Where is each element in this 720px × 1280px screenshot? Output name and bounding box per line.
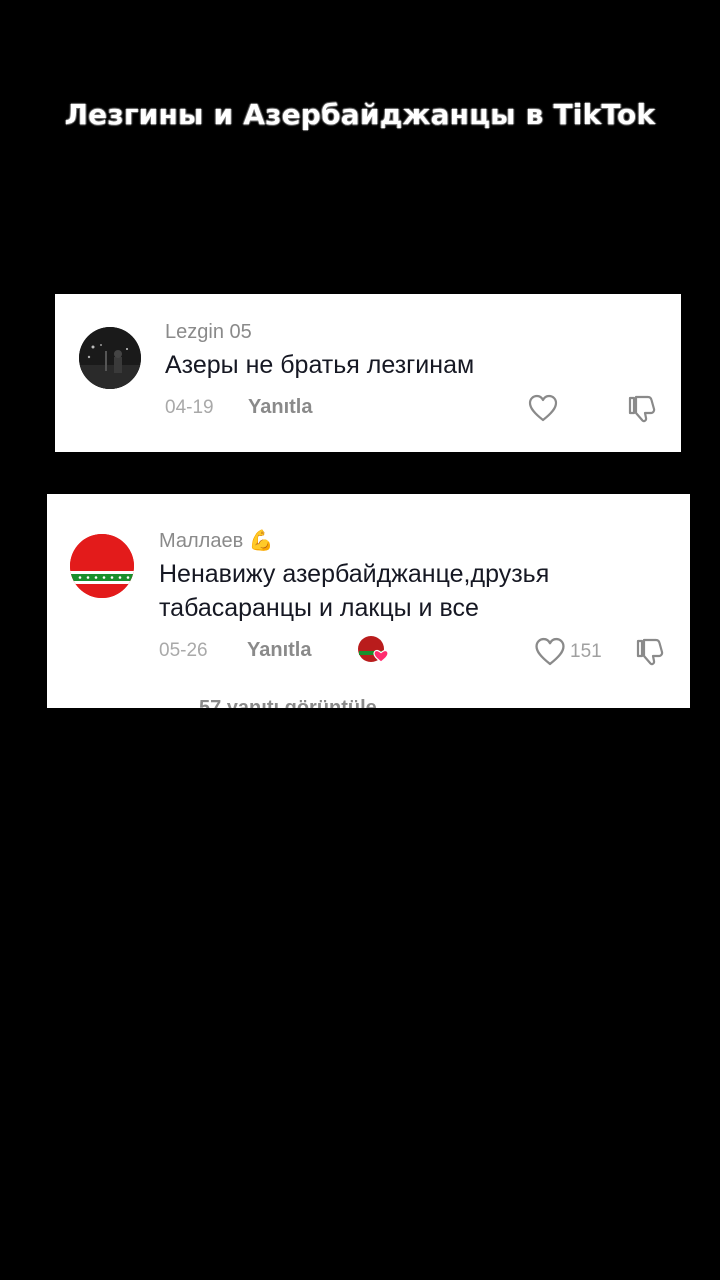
muscle-emoji-icon: 💪 (248, 530, 274, 552)
comment-text: Азеры не братья лезгинам (165, 351, 475, 379)
like-count: 151 (570, 641, 602, 662)
heart-icon[interactable] (534, 637, 566, 666)
comment-username[interactable]: Lezgin 05 (165, 321, 252, 344)
video-title: Лезгины и Азербайджанцы в TikTok (64, 98, 656, 131)
comment-username[interactable]: Маллаев 💪 (159, 528, 274, 553)
dark-photo-avatar-icon (79, 327, 141, 389)
reply-button[interactable]: Yanıtla (248, 396, 312, 419)
comment-text-line-2: табасаранцы и лакцы и все (159, 594, 479, 622)
view-replies-button[interactable]: 57 yanıtı görüntüle ⌄ (199, 695, 399, 708)
comment-text: Ненавижу азербайджанце,друзья табасаранц… (159, 557, 549, 625)
avatar[interactable] (79, 327, 141, 389)
lezgin-flag-avatar-icon (70, 534, 134, 598)
dislike-icon[interactable] (627, 394, 657, 424)
comment-card-1: Lezgin 05 Азеры не братья лезгинам 04-19… (55, 294, 681, 452)
comment-date: 04-19 (165, 397, 214, 418)
creator-liked-icon (358, 636, 389, 663)
reply-button[interactable]: Yanıtla (247, 639, 311, 662)
comment-date: 05-26 (159, 640, 208, 661)
comment-text-line-1: Ненавижу азербайджанце,друзья (159, 560, 550, 588)
heart-icon[interactable] (528, 394, 558, 422)
comment-card-2: Маллаев 💪 Ненавижу азербайджанце,друзья … (47, 494, 690, 708)
username-text: Маллаев (159, 530, 244, 552)
avatar[interactable] (70, 534, 134, 598)
dislike-icon[interactable] (635, 637, 665, 667)
